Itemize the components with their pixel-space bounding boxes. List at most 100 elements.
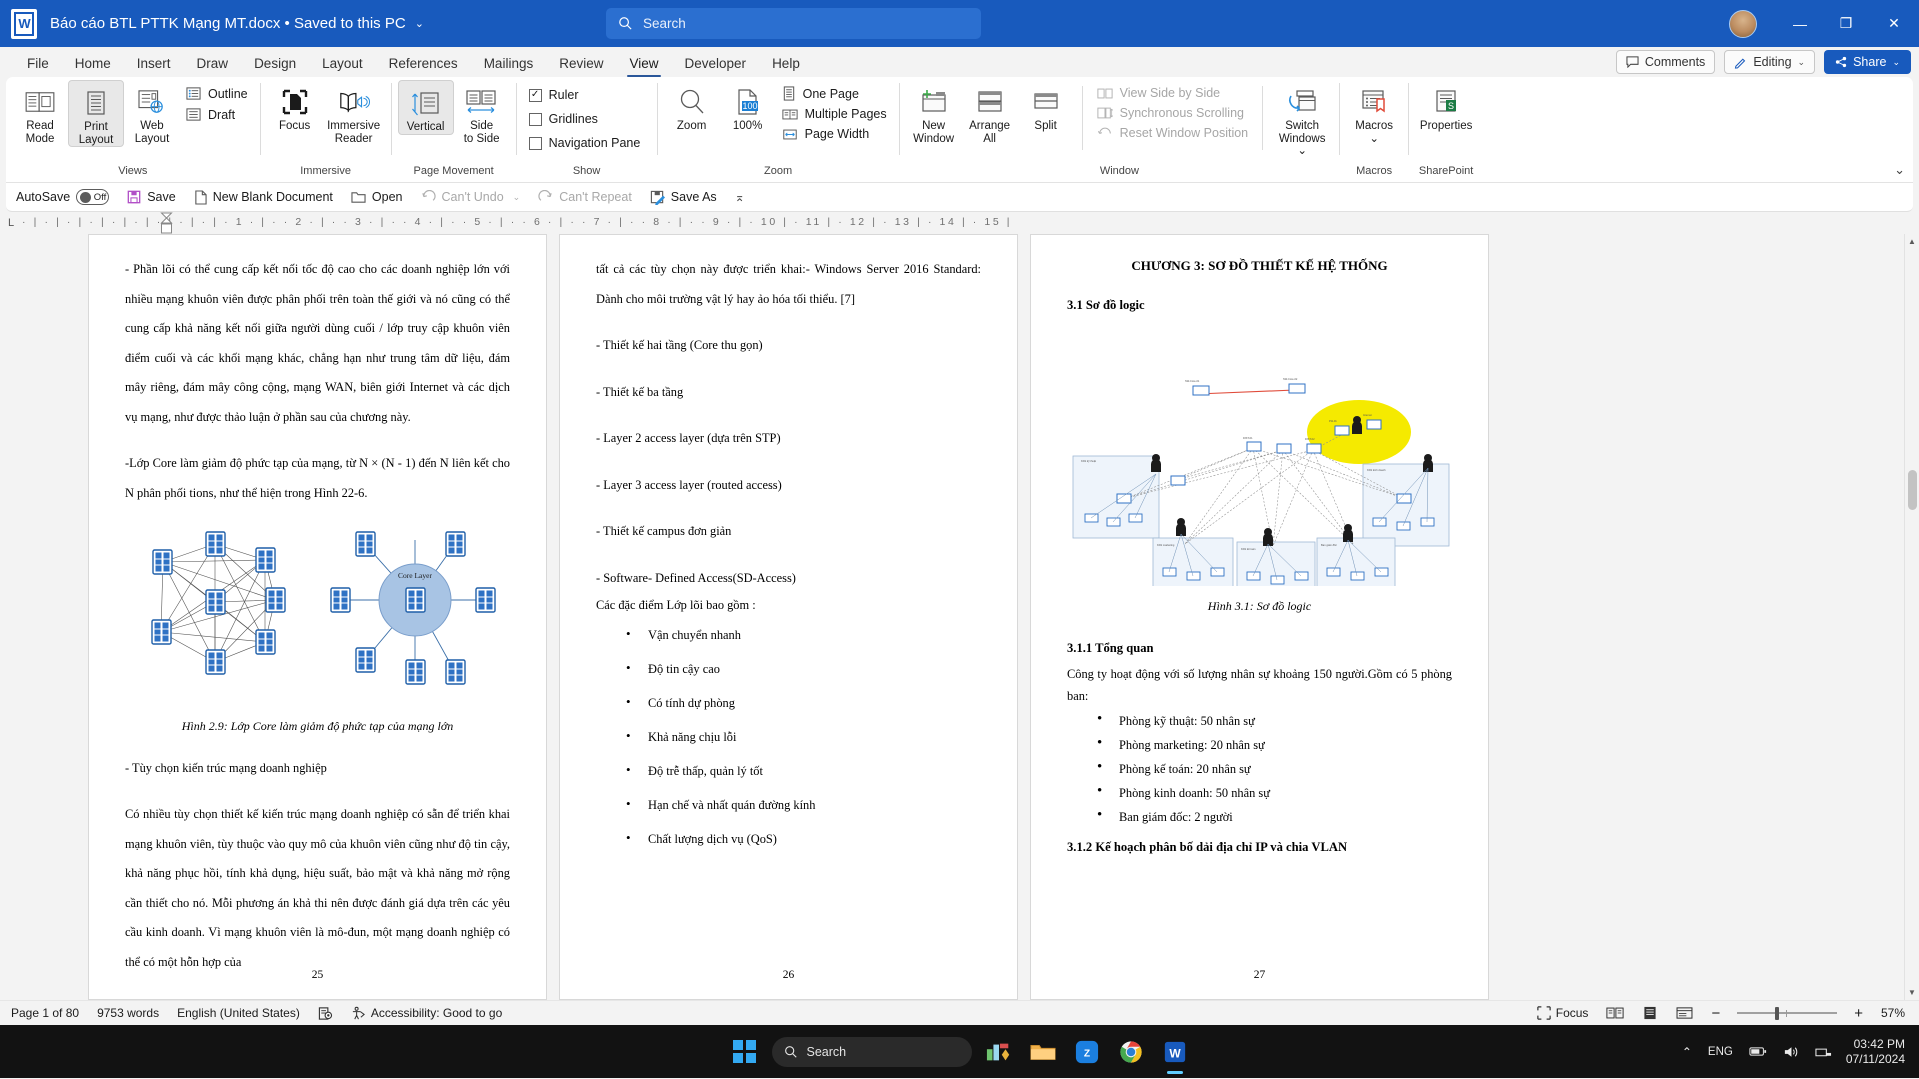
document-page-26[interactable]: tất cả các tùy chọn này được triển khai:… bbox=[559, 234, 1018, 1000]
save-as-button[interactable]: Save As bbox=[641, 185, 726, 209]
web-layout-button[interactable]: Web Layout bbox=[124, 80, 180, 145]
comments-button[interactable]: Comments bbox=[1615, 50, 1716, 74]
tab-mailings[interactable]: Mailings bbox=[471, 56, 547, 77]
windows-start-button[interactable] bbox=[728, 1035, 762, 1069]
page-info[interactable]: Page 1 of 80 bbox=[0, 1006, 88, 1020]
autosave-toggle[interactable]: AutoSave Off bbox=[14, 185, 118, 209]
multiple-pages-button[interactable]: Multiple Pages bbox=[776, 105, 893, 123]
zoom-slider[interactable] bbox=[1737, 1006, 1838, 1021]
focus-mode-button[interactable]: Focus bbox=[1528, 1006, 1598, 1020]
tab-home[interactable]: Home bbox=[62, 56, 124, 77]
new-blank-document-label: New Blank Document bbox=[212, 190, 333, 204]
zalo-button[interactable]: Z bbox=[1070, 1035, 1104, 1069]
clock[interactable]: 03:42 PM 07/11/2024 bbox=[1840, 1037, 1919, 1067]
gridlines-checkbox[interactable]: Gridlines bbox=[523, 110, 647, 128]
macros-button[interactable]: Macros ⌄ bbox=[1346, 80, 1402, 145]
split-button[interactable]: Split bbox=[1018, 80, 1074, 133]
new-blank-document-button[interactable]: New Blank Document bbox=[185, 185, 342, 209]
tab-file[interactable]: File bbox=[14, 56, 62, 77]
taskbar-search-box[interactable]: Search bbox=[771, 1036, 972, 1067]
read-mode-button[interactable]: Read Mode bbox=[12, 80, 68, 145]
horizontal-ruler[interactable]: · | · | · | · | · | · | · | · | · | · 1 … bbox=[22, 212, 1919, 234]
print-layout-view-button[interactable] bbox=[1633, 1006, 1667, 1020]
word-logo-icon: W bbox=[11, 8, 37, 39]
save-button[interactable]: Save bbox=[118, 185, 185, 209]
comment-icon bbox=[1626, 56, 1639, 68]
tray-expand-chevron-icon[interactable]: ⌃ bbox=[1682, 1045, 1692, 1059]
chrome-button[interactable] bbox=[1114, 1035, 1148, 1069]
toggle-switch-off[interactable]: Off bbox=[76, 189, 110, 205]
network-button[interactable] bbox=[1807, 1045, 1840, 1059]
minimize-button[interactable]: — bbox=[1777, 0, 1823, 47]
accessibility-status[interactable]: Accessibility: Good to go bbox=[342, 1006, 511, 1021]
close-button[interactable]: ✕ bbox=[1869, 0, 1919, 47]
immersive-reader-button[interactable]: Immersive Reader bbox=[323, 80, 385, 145]
new-window-button[interactable]: New Window bbox=[906, 80, 962, 145]
share-button[interactable]: Share ⌄ bbox=[1824, 50, 1911, 74]
zalo-icon: Z bbox=[1075, 1040, 1098, 1063]
battery-button[interactable] bbox=[1741, 1045, 1775, 1058]
document-page-27[interactable]: CHƯƠNG 3: SƠ ĐỒ THIẾT KẾ HỆ THỐNG 3.1 Sơ… bbox=[1030, 234, 1489, 1000]
tab-view[interactable]: View bbox=[616, 56, 671, 77]
arrange-all-button[interactable]: Arrange All bbox=[962, 80, 1018, 145]
zoom-level[interactable]: 57% bbox=[1872, 1006, 1919, 1020]
one-page-button[interactable]: One Page bbox=[776, 84, 893, 103]
tab-help[interactable]: Help bbox=[759, 56, 813, 77]
switch-windows-button[interactable]: Switch Windows ⌄ bbox=[1271, 80, 1333, 158]
list-item: Phòng kỹ thuật: 50 nhân sự bbox=[1097, 707, 1452, 733]
editing-mode-button[interactable]: Editing ⌄ bbox=[1724, 50, 1816, 74]
tab-developer[interactable]: Developer bbox=[672, 56, 760, 77]
search-input[interactable]: Search bbox=[606, 8, 981, 39]
scroll-up-arrow-icon[interactable]: ▲ bbox=[1905, 234, 1919, 249]
svg-text:Khối kỹ thuật: Khối kỹ thuật bbox=[1081, 459, 1096, 463]
language-indicator-tray[interactable]: ENG bbox=[1700, 1046, 1741, 1058]
share-icon bbox=[1835, 56, 1847, 68]
zoom-out-button[interactable]: − bbox=[1702, 1005, 1729, 1022]
indent-marker-icon[interactable] bbox=[160, 212, 173, 234]
web-layout-view-button[interactable] bbox=[1667, 1006, 1702, 1020]
proofing-status-button[interactable] bbox=[309, 1006, 342, 1021]
print-layout-button[interactable]: Print Layout bbox=[68, 80, 124, 147]
tab-review[interactable]: Review bbox=[546, 56, 616, 77]
ruler-checkbox[interactable]: ✓ Ruler bbox=[523, 86, 647, 104]
tab-insert[interactable]: Insert bbox=[124, 56, 184, 77]
word-taskbar-button[interactable]: W bbox=[1158, 1035, 1192, 1074]
zoom-slider-handle[interactable] bbox=[1775, 1006, 1780, 1020]
file-explorer-button[interactable] bbox=[1026, 1035, 1060, 1069]
side-to-side-button[interactable]: Side to Side bbox=[454, 80, 510, 145]
zoom-button[interactable]: Zoom bbox=[664, 80, 720, 133]
tab-layout[interactable]: Layout bbox=[309, 56, 376, 77]
avatar[interactable] bbox=[1729, 9, 1757, 38]
maximize-restore-button[interactable]: ❐ bbox=[1823, 0, 1869, 47]
outline-button[interactable]: Outline bbox=[180, 84, 254, 103]
scrollbar-thumb[interactable] bbox=[1908, 470, 1917, 510]
language-indicator[interactable]: English (United States) bbox=[168, 1006, 309, 1020]
tab-design[interactable]: Design bbox=[241, 56, 309, 77]
zoom-100-button[interactable]: 100 100% bbox=[720, 80, 776, 133]
print-layout-icon bbox=[1644, 1006, 1657, 1020]
draft-button[interactable]: Draft bbox=[180, 105, 254, 124]
open-button[interactable]: Open bbox=[342, 185, 412, 209]
scroll-down-arrow-icon[interactable]: ▼ bbox=[1905, 985, 1919, 1000]
properties-button[interactable]: S Properties bbox=[1415, 80, 1477, 133]
word-count[interactable]: 9753 words bbox=[88, 1006, 168, 1020]
tab-references[interactable]: References bbox=[376, 56, 471, 77]
widgets-icon bbox=[986, 1043, 1009, 1060]
page-width-button[interactable]: Page Width bbox=[776, 125, 893, 143]
ruler-corner-label[interactable]: L bbox=[0, 217, 22, 229]
zoom-in-button[interactable]: + bbox=[1845, 1005, 1872, 1022]
vertical-scrollbar[interactable]: ▲ ▼ bbox=[1904, 234, 1919, 1000]
read-mode-view-button[interactable] bbox=[1597, 1006, 1633, 1020]
split-label: Split bbox=[1034, 120, 1057, 132]
tab-draw[interactable]: Draw bbox=[184, 56, 242, 77]
document-canvas[interactable]: - Phần lõi có thể cung cấp kết nối tốc đ… bbox=[0, 234, 1919, 1000]
vertical-button[interactable]: Vertical bbox=[397, 80, 454, 135]
volume-button[interactable] bbox=[1775, 1045, 1807, 1059]
document-page-25[interactable]: - Phần lõi có thể cung cấp kết nối tốc đ… bbox=[88, 234, 547, 1000]
widgets-button[interactable] bbox=[982, 1035, 1016, 1069]
focus-button[interactable]: Focus bbox=[267, 80, 323, 133]
navigation-pane-checkbox[interactable]: Navigation Pane bbox=[523, 134, 647, 152]
collapse-ribbon-button[interactable]: ⌄ bbox=[1894, 162, 1905, 178]
chevron-down-icon[interactable]: ⌄ bbox=[415, 17, 424, 30]
customize-quick-access-button[interactable]: ⌅ bbox=[726, 185, 754, 209]
